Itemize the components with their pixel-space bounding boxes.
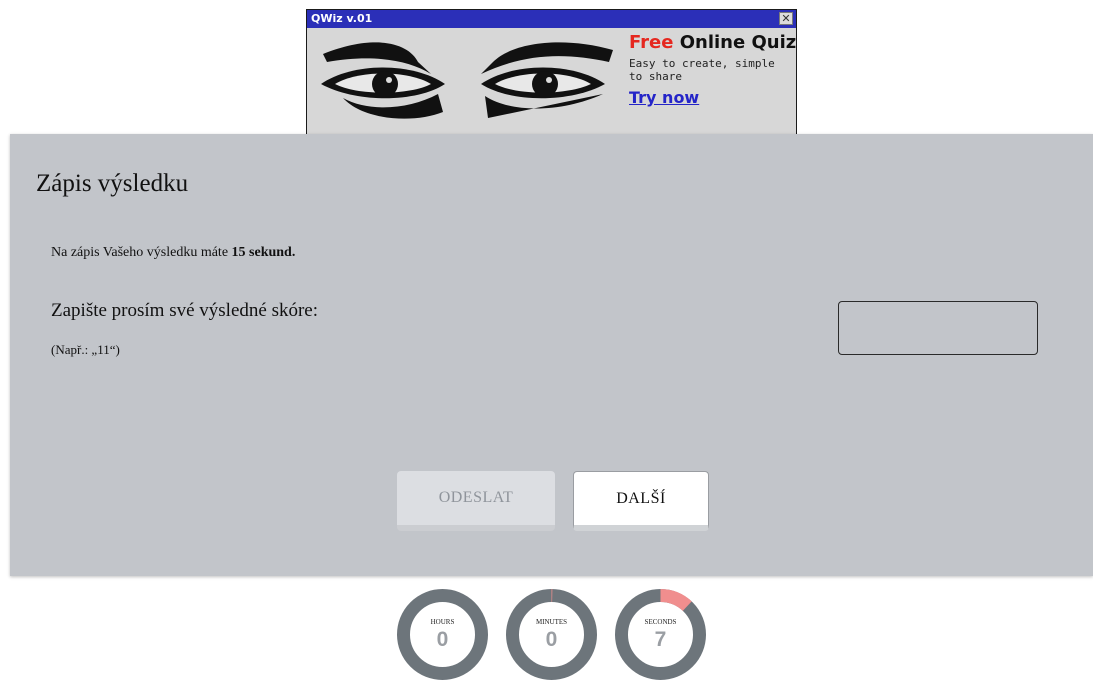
ad-subline: Easy to create, simple to share [629, 57, 775, 83]
timer-minutes-label: MINUTES [535, 618, 568, 626]
next-button[interactable]: DALŠÍ [573, 471, 709, 531]
timer-minutes-value: 0 [545, 628, 558, 651]
ad-text: Free Online Quiz Easy to create, simple … [629, 32, 797, 107]
ad-headline: Free Online Quiz [629, 32, 797, 54]
instruction-time: 15 sekund. [231, 245, 296, 260]
eyes-illustration [321, 42, 613, 119]
ad-banner[interactable]: QWiz v.01 ✕ Free Online Quiz Easy to cre… [306, 9, 797, 135]
ad-body: Free Online Quiz Easy to create, simple … [307, 28, 796, 134]
close-icon[interactable]: ✕ [779, 12, 793, 25]
ad-titlebar: QWiz v.01 ✕ [307, 10, 796, 28]
score-entry-panel: Zápis výsledku Na zápis Vašeho výsledku … [10, 134, 1093, 576]
send-button[interactable]: ODESLAT [397, 471, 555, 531]
page-title: Zápis výsledku [36, 170, 189, 197]
ad-headline-free: Free [629, 32, 674, 53]
try-now-link[interactable]: Try now [629, 88, 794, 107]
score-question: Zapište prosím své výsledné skóre: [51, 300, 319, 321]
score-hint: (Např.: „11“) [51, 342, 120, 357]
timer-hours: HOURS 0 [396, 588, 489, 681]
timer-seconds: SECONDS 7 [614, 588, 707, 681]
time-instruction: Na zápis Vašeho výsledku máte 15 sekund. [51, 245, 295, 261]
timer-hours-value: 0 [436, 628, 449, 651]
score-input[interactable] [838, 301, 1038, 355]
ad-headline-rest: Online Quiz [673, 32, 797, 53]
timer-seconds-label: SECONDS [644, 618, 677, 626]
timer-seconds-value: 7 [654, 628, 667, 651]
timer-minutes: MINUTES 0 [505, 588, 598, 681]
ad-title: QWiz v.01 [311, 12, 373, 25]
instruction-text: Na zápis Vašeho výsledku máte [51, 245, 232, 260]
timer-hours-label: HOURS [430, 618, 455, 626]
